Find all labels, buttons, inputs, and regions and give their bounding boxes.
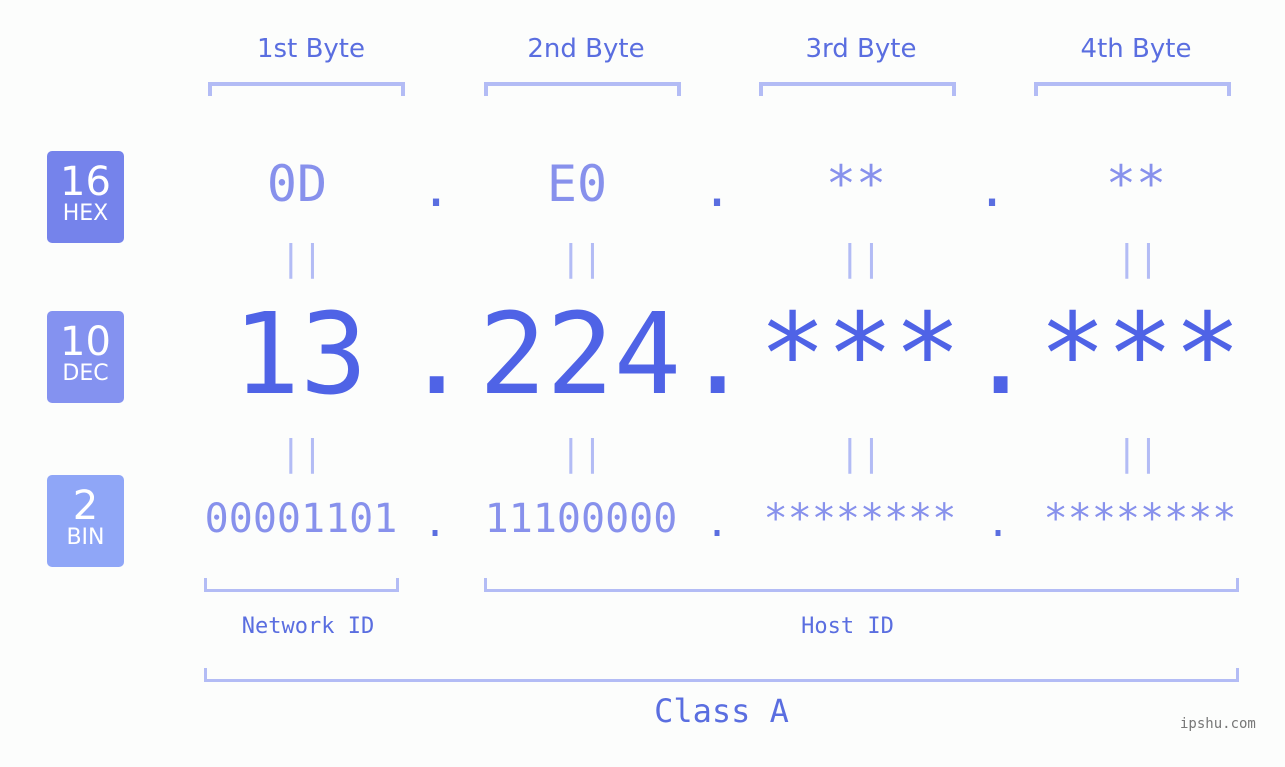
equals-hex-dec-4: || <box>1116 238 1160 279</box>
dec-byte-4: *** <box>1038 290 1242 420</box>
host-id-bracket <box>484 578 1239 592</box>
class-label: Class A <box>654 692 789 730</box>
bin-badge-number: 2 <box>72 483 99 529</box>
hex-byte-2: E0 <box>546 155 608 213</box>
hex-dot-1: . <box>421 160 452 218</box>
dec-badge-number: 10 <box>60 319 111 365</box>
equals-dec-bin-1: || <box>280 433 324 474</box>
hex-badge-number: 16 <box>60 159 111 205</box>
byte-bracket-3 <box>759 82 956 96</box>
hex-byte-1: 0D <box>266 155 328 213</box>
bin-dot-2: . <box>704 500 730 546</box>
dec-badge: 10 DEC <box>47 311 124 403</box>
bin-byte-2: 11100000 <box>484 496 678 542</box>
equals-hex-dec-3: || <box>839 238 883 279</box>
network-id-label: Network ID <box>241 614 375 639</box>
bin-badge-label: BIN <box>66 525 105 550</box>
hex-badge: 16 HEX <box>47 151 124 243</box>
equals-dec-bin-2: || <box>560 433 604 474</box>
hex-byte-3: ** <box>825 155 887 213</box>
equals-hex-dec-1: || <box>280 238 324 279</box>
hex-badge-label: HEX <box>62 201 109 226</box>
byte-bracket-4 <box>1034 82 1231 96</box>
bin-dot-1: . <box>422 500 448 546</box>
class-bracket <box>204 668 1239 682</box>
hex-dot-3: . <box>977 160 1008 218</box>
dec-byte-3: *** <box>758 290 962 420</box>
hex-dot-2: . <box>702 160 733 218</box>
hex-byte-4: ** <box>1105 155 1167 213</box>
equals-dec-bin-3: || <box>839 433 883 474</box>
dec-byte-2: 224 <box>478 290 682 420</box>
bin-byte-1: 00001101 <box>204 496 398 542</box>
dec-badge-label: DEC <box>62 361 109 386</box>
byte-header-4: 4th Byte <box>1080 34 1192 64</box>
bin-dot-3: . <box>985 500 1011 546</box>
equals-hex-dec-2: || <box>560 238 604 279</box>
network-id-bracket <box>204 578 399 592</box>
watermark: ipshu.com <box>1180 716 1256 732</box>
bin-byte-3: ******** <box>763 496 957 542</box>
byte-header-3: 3rd Byte <box>805 34 917 64</box>
byte-header-1: 1st Byte <box>257 34 365 64</box>
equals-dec-bin-4: || <box>1116 433 1160 474</box>
byte-bracket-1 <box>208 82 405 96</box>
byte-bracket-2 <box>484 82 681 96</box>
bin-badge: 2 BIN <box>47 475 124 567</box>
host-id-label: Host ID <box>801 614 894 639</box>
dec-byte-1: 13 <box>232 290 368 420</box>
byte-header-2: 2nd Byte <box>527 34 645 64</box>
bin-byte-4: ******** <box>1043 496 1237 542</box>
